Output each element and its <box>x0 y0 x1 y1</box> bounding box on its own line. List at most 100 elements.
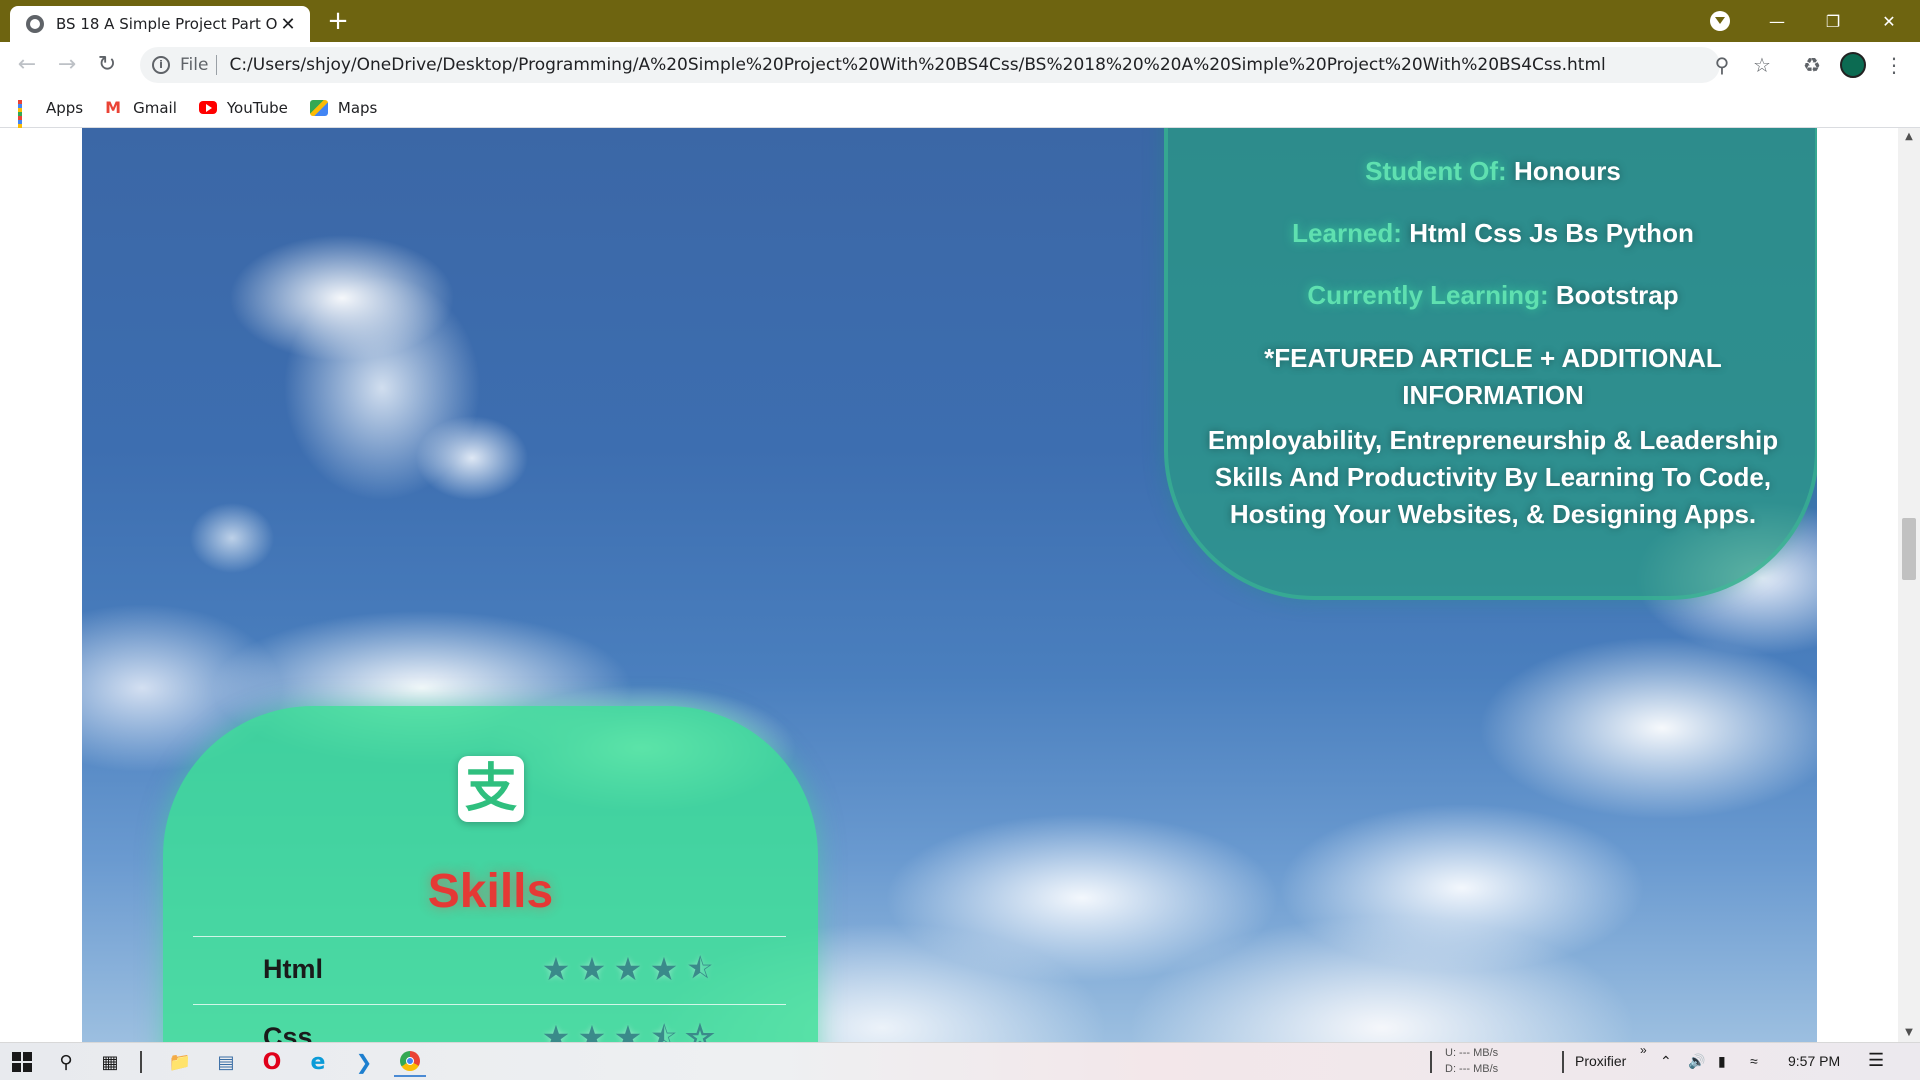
tab-strip: BS 18 A Simple Project Part One ✕ + — ❐ … <box>0 0 1920 42</box>
tray-divider <box>1562 1051 1564 1073</box>
tab-title: BS 18 A Simple Project Part One <box>56 15 278 33</box>
divider <box>193 1004 786 1005</box>
net-up-speed: U: --- MB/s <box>1445 1047 1499 1059</box>
browser-tab[interactable]: BS 18 A Simple Project Part One ✕ <box>10 6 310 42</box>
browser-toolbar: ← → ↻ i File C:/Users/shjoy/OneDrive/Des… <box>0 42 1920 88</box>
windows-start-icon[interactable] <box>6 1047 38 1077</box>
featured-heading: *FEATURED ARTICLE + ADDITIONAL INFORMATI… <box>1264 343 1722 410</box>
bookmark-label: YouTube <box>226 98 288 117</box>
file-explorer-icon[interactable]: 📁 <box>164 1047 196 1077</box>
maps-icon <box>309 99 328 116</box>
skill-name: Html <box>263 954 323 984</box>
star-icon: ☆ <box>685 1019 715 1042</box>
student-line: Student Of: Honours <box>1198 156 1788 187</box>
learned-line: Learned: Html Css Js Bs Python <box>1198 218 1788 249</box>
new-tab-button[interactable]: + <box>322 6 354 38</box>
tab-search-icon[interactable] <box>1710 11 1730 31</box>
bookmark-maps[interactable]: Maps <box>309 98 378 117</box>
volume-icon[interactable]: 🔊 <box>1688 1053 1705 1070</box>
clock-time[interactable]: 9:57 PM <box>1788 1053 1840 1069</box>
site-info-icon[interactable]: i <box>152 56 170 74</box>
apps-grid-icon <box>18 99 36 136</box>
learning-label: Currently Learning: <box>1307 280 1549 310</box>
star-icon: ⯪ <box>650 1021 678 1042</box>
student-label: Student Of: <box>1365 156 1507 186</box>
star-icon: ★ <box>613 951 643 987</box>
learning-value: Bootstrap <box>1555 280 1679 310</box>
gmail-icon: M <box>105 97 122 117</box>
skills-title: Skills <box>427 865 554 918</box>
forward-button[interactable]: → <box>50 48 84 82</box>
divider <box>193 936 786 937</box>
taskbar-divider <box>140 1051 142 1073</box>
star-icon: ★ <box>541 1019 571 1042</box>
scroll-up-arrow[interactable]: ▲ <box>1898 128 1920 146</box>
bookmark-youtube[interactable]: YouTube <box>198 98 288 117</box>
bookmark-label: Gmail <box>133 98 177 117</box>
edge-icon[interactable]: e <box>302 1047 334 1077</box>
alipay-logo-icon: 支 <box>458 756 524 822</box>
skills-card: 支 Skills Html ★ ★ ★ ★ ⯪ Css ★ ★ ★ ⯪ ☆ <box>163 706 818 1042</box>
star-icon: ⯪ <box>686 953 714 984</box>
task-view-icon[interactable]: ▦ <box>94 1047 126 1077</box>
star-icon: ★ <box>649 951 679 987</box>
rating-stars: ★ ★ ★ ★ ⯪ <box>538 952 718 986</box>
page-viewport: Student Of: Honours Learned: Html Css Js… <box>0 128 1898 1042</box>
bookmark-star-icon[interactable]: ☆ <box>1746 48 1778 82</box>
youtube-icon <box>198 101 217 114</box>
address-bar[interactable]: i File C:/Users/shjoy/OneDrive/Desktop/P… <box>140 47 1720 83</box>
tab-close-icon[interactable]: ✕ <box>278 14 298 35</box>
sky-background-image: Student Of: Honours Learned: Html Css Js… <box>82 128 1817 1042</box>
featured-paragraph: Employability, Entrepreneurship & Leader… <box>1207 425 1779 529</box>
info-card: Student Of: Honours Learned: Html Css Js… <box>1164 128 1817 600</box>
star-icon: ★ <box>577 951 607 987</box>
chrome-menu-icon[interactable]: ⋮ <box>1884 50 1904 80</box>
scheme-label: File <box>180 55 209 75</box>
globe-icon <box>26 15 44 33</box>
bookmarks-bar: Apps M Gmail YouTube Maps <box>0 88 1920 136</box>
page-scrollbar[interactable]: ▲ ▼ <box>1898 128 1920 1042</box>
search-icon[interactable]: ⚲ <box>50 1047 82 1077</box>
star-icon: ★ <box>541 951 571 987</box>
chevron-right-icon[interactable]: » <box>1640 1043 1647 1057</box>
omnibox-separator <box>216 55 218 75</box>
star-icon: ★ <box>613 1019 643 1042</box>
learned-value: Html Css Js Bs Python <box>1409 218 1694 248</box>
restore-button[interactable]: ❐ <box>1806 0 1860 42</box>
proxifier-label[interactable]: Proxifier <box>1575 1053 1626 1069</box>
skill-row: Css ★ ★ ★ ⯪ ☆ <box>193 1006 786 1042</box>
url-text[interactable]: C:/Users/shjoy/OneDrive/Desktop/Programm… <box>229 55 1605 75</box>
network-app-icon[interactable]: ▤ <box>210 1047 242 1077</box>
rating-stars: ★ ★ ★ ⯪ ☆ <box>538 1019 718 1042</box>
tray-divider <box>1430 1051 1432 1073</box>
battery-icon[interactable]: ▮ <box>1718 1053 1726 1070</box>
bookmark-gmail[interactable]: M Gmail <box>105 99 177 117</box>
profile-avatar[interactable] <box>1840 52 1866 78</box>
vscode-icon[interactable]: ❯ <box>348 1047 380 1077</box>
reload-button[interactable]: ↻ <box>90 48 124 82</box>
back-button[interactable]: ← <box>10 48 44 82</box>
bookmark-apps[interactable]: Apps <box>18 98 84 136</box>
notifications-icon[interactable]: ☰ <box>1868 1050 1884 1071</box>
net-down-speed: D: --- MB/s <box>1445 1063 1499 1075</box>
close-window-button[interactable]: ✕ <box>1862 0 1916 42</box>
extensions-icon[interactable]: ♻ <box>1796 48 1828 82</box>
network-speed-readout: U: --- MB/s D: --- MB/s <box>1445 1045 1498 1077</box>
bookmark-label: Maps <box>337 98 378 117</box>
windows-taskbar: ⚲ ▦ 📁 ▤ O e ❯ U: --- MB/s D: --- MB/s Pr… <box>0 1042 1920 1080</box>
student-value: Honours <box>1513 156 1621 186</box>
skill-row: Html ★ ★ ★ ★ ⯪ <box>193 938 786 1004</box>
scroll-down-arrow[interactable]: ▼ <box>1898 1024 1920 1042</box>
scrollbar-thumb[interactable] <box>1902 518 1916 580</box>
chrome-icon[interactable] <box>394 1047 426 1077</box>
skill-name: Css <box>263 1022 313 1042</box>
zoom-icon[interactable]: ⚲ <box>1706 48 1738 82</box>
learning-line: Currently Learning: Bootstrap <box>1198 280 1788 311</box>
opera-icon[interactable]: O <box>256 1047 288 1077</box>
learned-label: Learned: <box>1292 218 1402 248</box>
show-hidden-icons-icon[interactable]: ⌃ <box>1660 1053 1672 1070</box>
minimize-button[interactable]: — <box>1750 0 1804 42</box>
wifi-icon[interactable]: ≈ <box>1750 1053 1758 1069</box>
bookmark-label: Apps <box>46 98 84 117</box>
star-icon: ★ <box>577 1019 607 1042</box>
